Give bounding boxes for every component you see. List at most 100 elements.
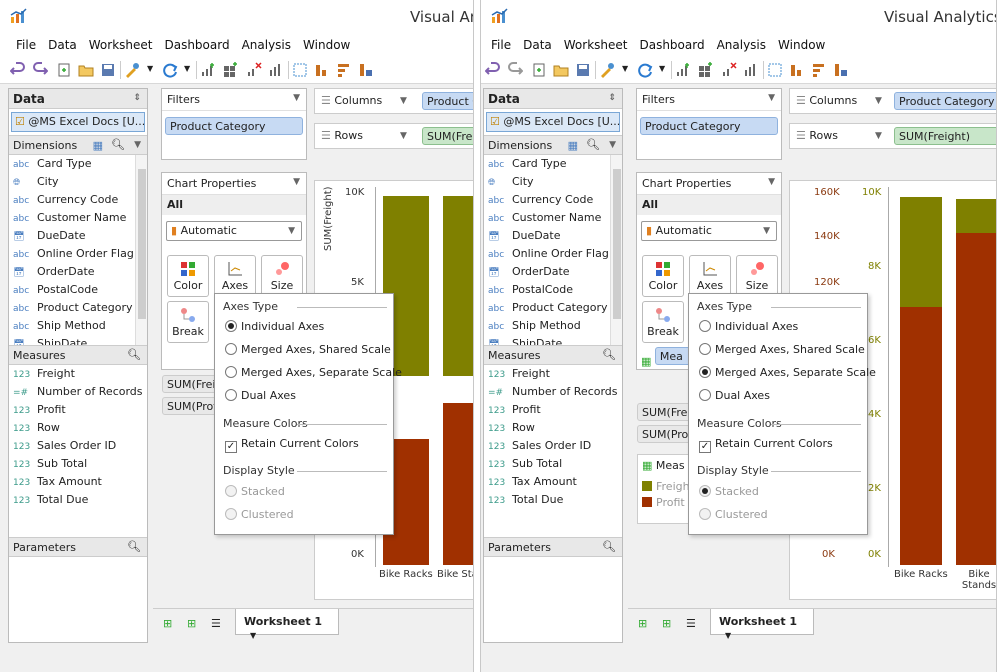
- list-item[interactable]: abc Online Order Flag: [9, 245, 147, 263]
- list-item[interactable]: 123 Total Due: [484, 491, 622, 509]
- sort-desc-icon[interactable]: [811, 62, 827, 78]
- list-item[interactable]: =# Number of Records: [484, 383, 622, 401]
- redo-icon[interactable]: [507, 62, 523, 78]
- new-dashboard-icon[interactable]: [697, 62, 713, 78]
- list-item[interactable]: 123 Sales Order ID: [484, 437, 622, 455]
- color-button[interactable]: Color: [167, 255, 209, 297]
- list-item[interactable]: 123 Profit: [484, 401, 622, 419]
- list-item[interactable]: abc Product Category: [9, 299, 147, 317]
- columns-pill[interactable]: Product Ca: [422, 92, 473, 110]
- radio-stacked[interactable]: Stacked: [699, 485, 759, 503]
- list-item[interactable]: 🌐︎ City: [484, 173, 622, 191]
- radio-clustered[interactable]: Clustered: [699, 508, 768, 526]
- sort-asc-icon[interactable]: [314, 62, 330, 78]
- list-item[interactable]: abc Ship Method: [9, 317, 147, 335]
- filter-pill[interactable]: Product Category: [640, 117, 778, 135]
- marks-profit-pill[interactable]: SUM(Profi: [162, 397, 222, 415]
- sort-icon[interactable]: ⇕: [133, 93, 141, 103]
- size-button[interactable]: Size: [736, 255, 778, 297]
- table-icon[interactable]: ▦: [93, 139, 103, 152]
- chevron-down-icon[interactable]: ▼: [875, 131, 882, 141]
- save-icon[interactable]: [575, 62, 591, 78]
- list-item[interactable]: 123 Tax Amount: [484, 473, 622, 491]
- menu-data[interactable]: Data: [517, 34, 558, 52]
- new-worksheet-icon[interactable]: ⊞: [638, 617, 647, 630]
- bar-profit-bike-racks[interactable]: [900, 307, 942, 565]
- radio-clustered[interactable]: Clustered: [225, 508, 294, 526]
- size-button[interactable]: Size: [261, 255, 303, 297]
- bar-freight-bike-stands[interactable]: [443, 196, 473, 376]
- menu-file[interactable]: File: [485, 34, 517, 52]
- undo-icon[interactable]: [485, 62, 501, 78]
- duplicate-icon[interactable]: [743, 62, 759, 78]
- chevron-down-icon[interactable]: ▼: [622, 64, 628, 73]
- axes-button[interactable]: Axes: [689, 255, 731, 297]
- measure-values-item[interactable]: ▦ Mea: [641, 347, 695, 368]
- list-item[interactable]: abc Card Type: [9, 155, 147, 173]
- new-dashboard-icon[interactable]: ⊞: [187, 617, 196, 630]
- radio-individual-axes[interactable]: Individual Axes: [225, 320, 324, 338]
- list-item[interactable]: abc Currency Code: [484, 191, 622, 209]
- list-item[interactable]: 123 Freight: [9, 365, 147, 383]
- paint-icon[interactable]: [124, 62, 140, 78]
- marks-freight-pill[interactable]: SUM(Freig: [162, 375, 222, 393]
- list-item[interactable]: 123 Freight: [484, 365, 622, 383]
- menu-data[interactable]: Data: [42, 34, 83, 52]
- redo-icon[interactable]: [32, 62, 48, 78]
- chevron-down-icon[interactable]: ▼: [184, 64, 190, 73]
- refresh-icon[interactable]: [162, 62, 178, 78]
- worksheet-tab[interactable]: Worksheet 1 ▼: [710, 609, 814, 640]
- list-item[interactable]: abc PostalCode: [484, 281, 622, 299]
- list-item[interactable]: 123 Sales Order ID: [9, 437, 147, 455]
- list-item[interactable]: 📅︎ ShipDate: [9, 335, 147, 345]
- list-item[interactable]: abc PostalCode: [9, 281, 147, 299]
- list-item[interactable]: abc Currency Code: [9, 191, 147, 209]
- chevron-down-icon[interactable]: ▼: [875, 96, 882, 106]
- totals-icon[interactable]: [358, 62, 374, 78]
- list-icon[interactable]: ☰: [686, 617, 696, 630]
- swap-icon[interactable]: [292, 62, 308, 78]
- axes-button[interactable]: Axes: [214, 255, 256, 297]
- list-item[interactable]: 123 Profit: [9, 401, 147, 419]
- undo-icon[interactable]: [10, 62, 26, 78]
- save-icon[interactable]: [100, 62, 116, 78]
- sort-asc-icon[interactable]: [789, 62, 805, 78]
- new-icon[interactable]: [56, 62, 72, 78]
- filter-pill[interactable]: Product Category: [165, 117, 303, 135]
- clear-sheet-icon[interactable]: [246, 62, 262, 78]
- datasource-item[interactable]: ☑ @MS Excel Docs [U...: [486, 112, 620, 132]
- chevron-down-icon[interactable]: ▼: [293, 93, 300, 103]
- search-icon[interactable]: 🔍︎: [127, 348, 141, 361]
- list-item[interactable]: 📅︎ ShipDate: [484, 335, 622, 345]
- list-item[interactable]: 123 Sub Total: [484, 455, 622, 473]
- new-dashboard-icon[interactable]: ⊞: [662, 617, 671, 630]
- datasource-item[interactable]: ☑ @MS Excel Docs [U...: [11, 112, 145, 132]
- columns-pill[interactable]: Product Category: [894, 92, 996, 110]
- chevron-down-icon[interactable]: ▼: [293, 177, 300, 187]
- list-item[interactable]: abc Customer Name: [9, 209, 147, 227]
- list-item[interactable]: abc Online Order Flag: [484, 245, 622, 263]
- retain-colors-checkbox[interactable]: ✓ Retain Current Colors: [225, 437, 359, 455]
- paint-icon[interactable]: [599, 62, 615, 78]
- chevron-down-icon[interactable]: ▼: [400, 131, 407, 141]
- chevron-down-icon[interactable]: ▼: [400, 96, 407, 106]
- list-item[interactable]: =# Number of Records: [9, 383, 147, 401]
- scrollbar[interactable]: [610, 155, 622, 345]
- list-item[interactable]: 123 Total Due: [9, 491, 147, 509]
- list-item[interactable]: 123 Sub Total: [9, 455, 147, 473]
- totals-icon[interactable]: [833, 62, 849, 78]
- search-icon[interactable]: 🔍︎: [602, 348, 616, 361]
- radio-merged-separate[interactable]: Merged Axes, Separate Scale: [699, 366, 876, 384]
- search-icon[interactable]: 🔍︎: [586, 138, 600, 151]
- menu-worksheet[interactable]: Worksheet: [83, 34, 159, 52]
- list-item[interactable]: 🌐︎ City: [9, 173, 147, 191]
- scrollbar[interactable]: [135, 155, 147, 345]
- chevron-down-icon[interactable]: ▼: [609, 140, 616, 150]
- menu-file[interactable]: File: [10, 34, 42, 52]
- chevron-down-icon[interactable]: ▼: [147, 64, 153, 73]
- swap-icon[interactable]: [767, 62, 783, 78]
- open-icon[interactable]: [553, 62, 569, 78]
- search-icon[interactable]: 🔍︎: [127, 540, 141, 553]
- menu-worksheet[interactable]: Worksheet: [558, 34, 634, 52]
- search-icon[interactable]: 🔍︎: [111, 138, 125, 151]
